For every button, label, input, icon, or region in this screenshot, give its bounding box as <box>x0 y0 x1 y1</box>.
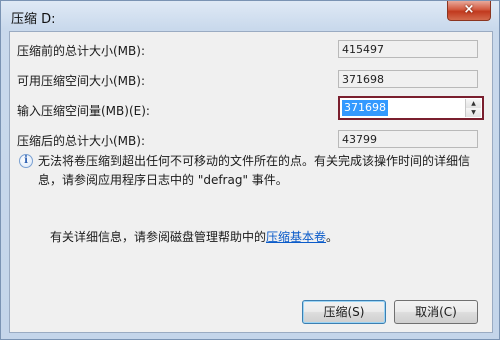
shrink-amount-stepper[interactable]: 371698 ▲ ▼ <box>338 96 484 120</box>
cancel-button[interactable]: 取消(C) <box>394 300 478 324</box>
info-message: 无法将卷压缩到超出任何不可移动的文件所在的点。有关完成该操作时间的详细信息，请参… <box>38 154 471 187</box>
stepper-down-icon[interactable]: ▼ <box>466 108 481 117</box>
help-prefix: 有关详细信息，请参阅磁盘管理帮助中的 <box>50 230 267 244</box>
available-space-value: 371698 <box>338 70 478 88</box>
shrink-dialog: 压缩 D: × 压缩前的总计大小(MB): 415497 可用压缩空间大小(MB… <box>0 0 500 340</box>
dialog-body: 压缩前的总计大小(MB): 415497 可用压缩空间大小(MB): 37169… <box>9 31 493 333</box>
info-icon: i <box>19 154 33 168</box>
stepper-arrows: ▲ ▼ <box>465 99 481 117</box>
shrink-amount-input[interactable]: 371698 <box>342 100 388 116</box>
dialog-title: 压缩 D: <box>11 12 56 27</box>
close-icon: × <box>463 2 475 17</box>
title-bar[interactable]: 压缩 D: × <box>1 1 499 31</box>
shrink-basic-volume-link[interactable]: 压缩基本卷 <box>266 230 326 244</box>
total-after-label: 压缩后的总计大小(MB): <box>17 134 145 148</box>
shrink-amount-label: 输入压缩空间量(MB)(E): <box>17 104 150 118</box>
total-before-value: 415497 <box>338 40 478 58</box>
close-button[interactable]: × <box>447 1 491 21</box>
shrink-button[interactable]: 压缩(S) <box>302 300 386 324</box>
total-before-label: 压缩前的总计大小(MB): <box>17 44 145 58</box>
available-space-label: 可用压缩空间大小(MB): <box>17 74 145 88</box>
shrink-button-label: 压缩(S) <box>323 305 365 319</box>
cancel-button-label: 取消(C) <box>415 305 457 319</box>
help-line: 有关详细信息，请参阅磁盘管理帮助中的压缩基本卷。 <box>50 228 338 245</box>
total-after-value: 43799 <box>338 130 478 148</box>
help-suffix: 。 <box>326 230 339 244</box>
